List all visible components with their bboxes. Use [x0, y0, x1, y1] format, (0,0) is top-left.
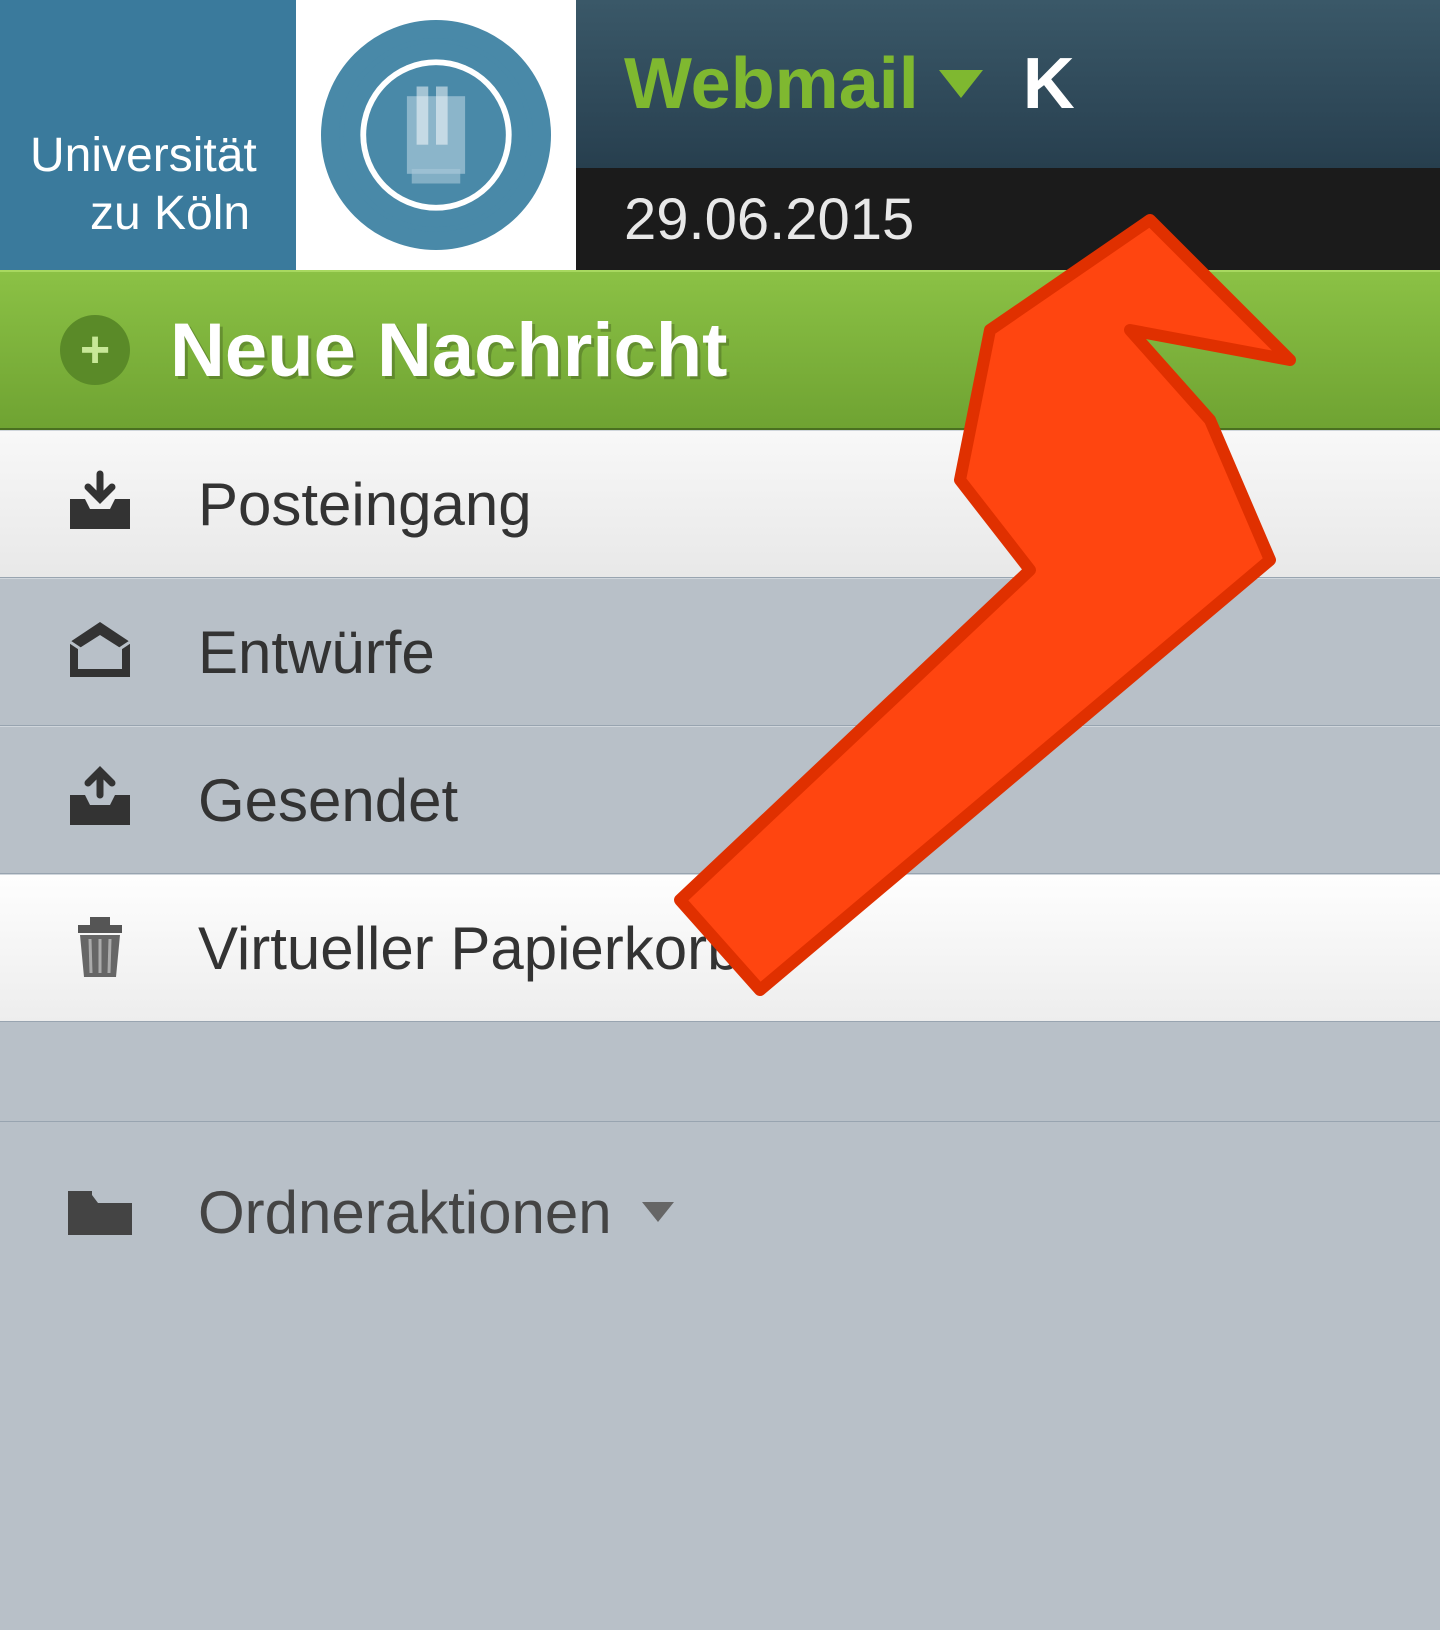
app-header: Universität zu Köln Webmail — [0, 0, 1440, 270]
nav-tabs: Webmail K — [576, 0, 1440, 168]
university-name: Universität zu Köln — [0, 27, 257, 242]
university-seal — [296, 0, 576, 270]
sent-label: Gesendet — [198, 766, 458, 835]
sent-icon — [60, 765, 140, 835]
folder-sent[interactable]: Gesendet — [0, 726, 1440, 874]
logo-line1: Universität — [30, 127, 257, 185]
drafts-label: Entwürfe — [198, 618, 435, 687]
folder-spacer — [0, 1022, 1440, 1122]
webmail-tab[interactable]: Webmail — [624, 43, 983, 125]
logo-area: Universität zu Köln — [0, 0, 576, 270]
seal-icon — [321, 20, 551, 250]
other-tab-label: K — [1023, 43, 1075, 125]
dropdown-icon — [939, 70, 983, 98]
header-right: Webmail K 29.06.2015 — [576, 0, 1440, 270]
webmail-label: Webmail — [624, 43, 919, 125]
drafts-icon — [60, 617, 140, 687]
trash-label: Virtueller Papierkorb — [198, 914, 741, 983]
new-message-label: Neue Nachricht — [170, 307, 728, 394]
inbox-icon — [60, 469, 140, 539]
other-tab[interactable]: K — [1023, 43, 1075, 125]
folder-trash[interactable]: Virtueller Papierkorb — [0, 874, 1440, 1022]
chevron-down-icon — [642, 1202, 674, 1222]
new-message-button[interactable]: + Neue Nachricht — [0, 270, 1440, 430]
current-date: 29.06.2015 — [624, 186, 914, 253]
trash-icon — [60, 913, 140, 983]
folder-drafts[interactable]: Entwürfe — [0, 578, 1440, 726]
folder-actions-label: Ordneraktionen — [198, 1178, 674, 1247]
folder-actions-button[interactable]: Ordneraktionen — [0, 1122, 1440, 1302]
folder-list: Posteingang Entwürfe Gesendet — [0, 430, 1440, 1302]
date-bar: 29.06.2015 — [576, 168, 1440, 270]
inbox-label: Posteingang — [198, 470, 532, 539]
folder-icon — [60, 1177, 140, 1247]
folder-actions-text: Ordneraktionen — [198, 1178, 612, 1247]
logo-line2: zu Köln — [30, 185, 257, 243]
plus-icon: + — [60, 315, 130, 385]
folder-inbox[interactable]: Posteingang — [0, 430, 1440, 578]
